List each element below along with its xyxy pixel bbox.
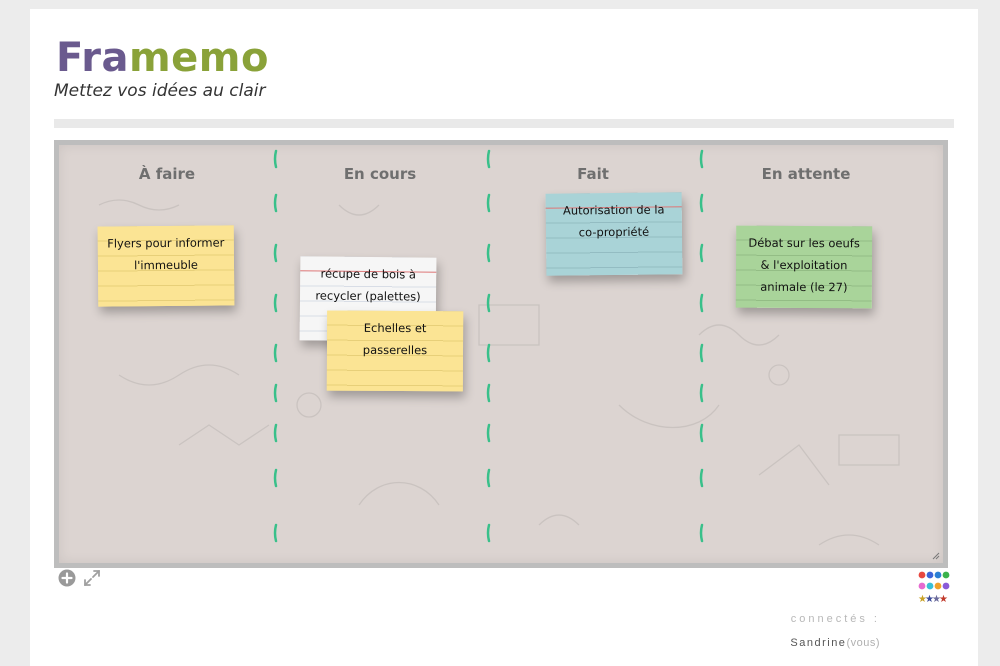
expand-arrows-icon[interactable] <box>82 568 102 588</box>
sticky-note-text: Débat sur les oeufs & l'exploitation ani… <box>748 235 860 295</box>
sticky-note-text: Echelles et passerelles <box>362 320 428 358</box>
column-separator <box>699 149 704 543</box>
sticky-note-text: récupe de bois à recycler (palettes) <box>315 266 421 304</box>
you-suffix: (vous) <box>846 637 880 649</box>
board-background-scribbles <box>98 199 900 546</box>
board[interactable]: À faire En cours Fait En attente Flyers … <box>54 140 948 568</box>
plus-circle-icon[interactable] <box>57 568 77 588</box>
color-palette-icon[interactable]: ★ ★ ★ ★ <box>917 570 957 610</box>
column-title-in-progress: En cours <box>343 165 417 183</box>
column-title-waiting: En attente <box>761 165 851 183</box>
resize-grip-icon[interactable] <box>932 552 940 560</box>
header-divider <box>54 119 954 128</box>
column-separator <box>486 149 491 543</box>
sticky-note[interactable]: Débat sur les oeufs & l'exploitation ani… <box>735 225 873 309</box>
sticky-note-text: Autorisation de la co-propriété <box>562 202 665 240</box>
sticky-note-text: Flyers pour informer l'immeuble <box>107 235 225 273</box>
logo-part-fra: Fra <box>56 35 129 81</box>
column-title-todo: À faire <box>138 165 196 183</box>
connected-user: Sandrine(vous) <box>710 637 880 649</box>
column-title-done: Fait <box>577 165 609 183</box>
sticky-note[interactable]: Autorisation de la co-propriété <box>545 192 683 276</box>
logo: Framemo <box>56 35 269 81</box>
tagline: Mettez vos idées au clair <box>54 81 266 101</box>
connected-users-label: connectés : <box>790 613 880 625</box>
user-name: Sandrine <box>790 637 847 649</box>
svg-text:★: ★ <box>939 594 948 605</box>
page: Framemo Mettez vos idées au clair À fair… <box>30 9 978 666</box>
column-separator <box>273 149 278 543</box>
sticky-note[interactable]: Echelles et passerelles <box>326 310 464 392</box>
logo-part-memo: memo <box>128 35 269 81</box>
sticky-note[interactable]: Flyers pour informer l'immeuble <box>97 225 235 307</box>
